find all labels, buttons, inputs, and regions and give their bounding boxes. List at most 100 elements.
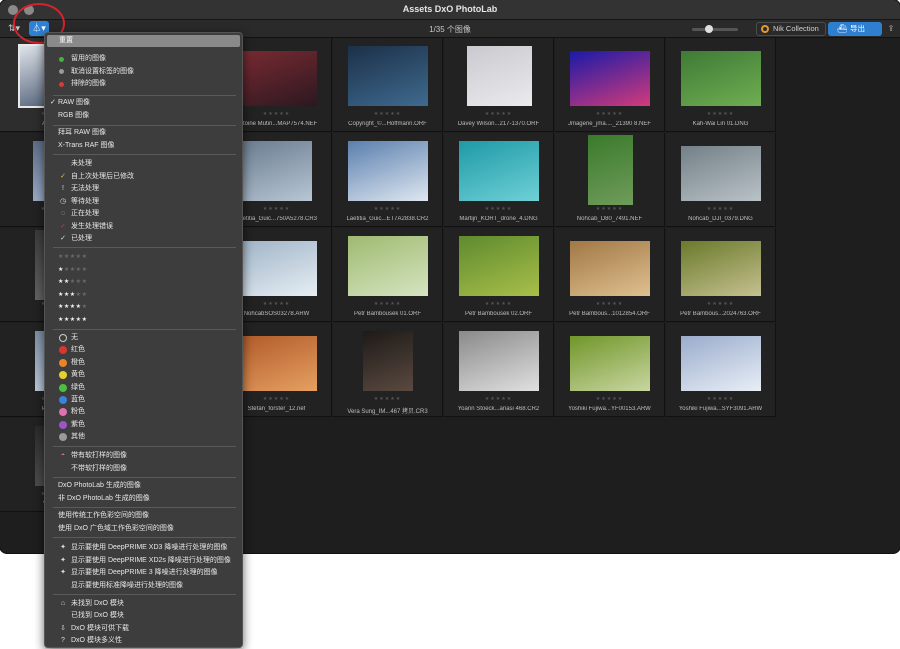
image-thumbnail-cell[interactable]: ★★★★★ Nohcab_D80_7491.NEF (555, 133, 665, 227)
image-thumbnail-cell[interactable]: ★★★★★ Martijn_KORT_drone_4.DNG (444, 133, 554, 227)
image-thumbnail-cell[interactable]: ★★★★★ Jmagerie_jma...._21390 8.NEF (555, 38, 665, 132)
image-thumbnail[interactable] (363, 331, 413, 391)
menu-item-rating[interactable]: ★★★★★ (45, 314, 242, 326)
menu-item-status[interactable]: ! 无法处理 (45, 183, 242, 195)
menu-item-legacy-space[interactable]: 使用传统工作色彩空间的图像 (45, 510, 242, 522)
thumbnail-size-slider[interactable] (692, 25, 738, 33)
menu-item-standard-nr[interactable]: 显示要使用标准降噪进行处理的图像 (45, 580, 242, 592)
image-thumbnail-cell[interactable]: ★★★★★ Petr Bambousek 02.ORF (444, 228, 554, 322)
rating-stars[interactable]: ★★★★★ (333, 396, 442, 402)
rating-stars[interactable]: ★★★★★ (444, 396, 553, 402)
menu-item-module[interactable]: 已找到 DxO 模块 (45, 610, 242, 622)
rating-stars[interactable]: ★★★★★ (555, 301, 664, 307)
image-thumbnail[interactable] (242, 141, 312, 201)
image-thumbnail[interactable] (348, 46, 428, 106)
menu-item-color[interactable]: 紫色 (45, 419, 242, 431)
rating-stars[interactable]: ★★★★★ (444, 111, 553, 117)
menu-item-rating[interactable]: ★★★★★ (45, 301, 242, 313)
menu-item-status[interactable]: ✓ 发生处理错误 (45, 221, 242, 233)
menu-item-color[interactable]: 黄色 (45, 369, 242, 381)
menu-item-module[interactable]: ⌂ 未找到 DxO 模块 (45, 598, 242, 610)
image-thumbnail[interactable] (237, 51, 317, 106)
image-thumbnail[interactable] (459, 331, 539, 391)
menu-item-rating[interactable]: ★★★★★ (45, 276, 242, 288)
image-thumbnail[interactable] (466, 46, 532, 106)
image-thumbnail[interactable] (459, 141, 539, 201)
menu-item-dxo-generated[interactable]: DxO PhotoLab 生成的图像 (45, 480, 242, 492)
menu-item-module[interactable]: ⇩ DxO 模块可供下载 (45, 623, 242, 635)
rating-stars[interactable]: ★★★★★ (666, 396, 775, 402)
menu-item-color[interactable]: 蓝色 (45, 394, 242, 406)
menu-item-status[interactable]: 未处理 (45, 158, 242, 170)
menu-item-color[interactable]: 红色 (45, 344, 242, 356)
menu-item-softproof-with[interactable]: ◓ 带有软打样的图像 (45, 450, 242, 462)
nik-collection-button[interactable]: Nik Collection (756, 22, 826, 36)
image-thumbnail[interactable] (570, 336, 650, 391)
image-thumbnail-cell[interactable]: ★★★★★ Petr Bambous...2024763.ORF (666, 228, 776, 322)
menu-item-deepprime-xd3[interactable]: ✦ 显示要使用 DeepPRIME XD3 降噪进行处理的图像 (45, 542, 242, 554)
image-thumbnail-cell[interactable]: ★★★★★ Yoshiki Fujiwa...YF00153.ARW (555, 323, 665, 417)
menu-item-wide-space[interactable]: 使用 DxO 广色域工作色彩空间的图像 (45, 523, 242, 535)
rating-stars[interactable]: ★★★★★ (333, 301, 442, 307)
rating-stars[interactable]: ★★★★★ (333, 111, 442, 117)
image-thumbnail-cell[interactable]: ★★★★★ Petr Bambous...1012854.ORF (555, 228, 665, 322)
export-button[interactable]: ⛴ 导出 (828, 22, 882, 36)
image-thumbnail-cell[interactable]: ★★★★★ Laetitia_Guic...ET7A2838.CR2 (333, 133, 443, 227)
menu-item-status[interactable]: ◷ 等待处理 (45, 196, 242, 208)
image-thumbnail[interactable] (681, 51, 761, 106)
image-thumbnail[interactable] (681, 146, 761, 201)
image-thumbnail-cell[interactable]: ★★★★★ Davey Wilson...217-1370.ORF (444, 38, 554, 132)
rating-stars[interactable]: ★★★★★ (666, 301, 775, 307)
image-thumbnail-cell[interactable]: ★★★★★ Vera Sung_IM...467 拷贝.CR3 (333, 323, 443, 417)
image-thumbnail[interactable] (459, 236, 539, 296)
rating-stars[interactable]: ★★★★★ (666, 206, 775, 212)
image-thumbnail[interactable] (237, 241, 317, 296)
menu-item-rating[interactable]: ★★★★★ (45, 251, 242, 263)
menu-item-xtrans[interactable]: X-Trans RAF 图像 (45, 140, 242, 152)
image-thumbnail-cell[interactable]: ★★★★★ Copyright_©...Hoffmann.ORF (333, 38, 443, 132)
menu-item-pick[interactable]: 取消设置标签的图像 (45, 66, 242, 78)
image-thumbnail[interactable] (570, 51, 650, 106)
menu-item-color[interactable]: 橙色 (45, 357, 242, 369)
menu-item-deepprime-xd2s[interactable]: ✦ 显示要使用 DeepPRIME XD2s 降噪进行处理的图像 (45, 555, 242, 567)
menu-item-deepprime3[interactable]: ✦ 显示要使用 DeepPRIME 3 降噪进行处理的图像 (45, 567, 242, 579)
rating-stars[interactable]: ★★★★★ (666, 111, 775, 117)
menu-item-module[interactable]: ? DxO 模块多义性 (45, 635, 242, 647)
menu-item-bayer[interactable]: 拜耳 RAW 图像 (45, 127, 242, 139)
image-thumbnail-cell[interactable]: ★★★★★ Yoshiki Fujiwa...SYF3091.ARW (666, 323, 776, 417)
image-thumbnail[interactable] (237, 336, 317, 391)
image-thumbnail-cell[interactable]: ★★★★★ Kah-Wai Lin 01.DNG (666, 38, 776, 132)
image-thumbnail-cell[interactable]: ★★★★★ Petr Bambousek 01.ORF (333, 228, 443, 322)
image-thumbnail[interactable] (681, 336, 761, 391)
menu-item-pick[interactable]: 排除的图像 (45, 78, 242, 90)
menu-item-non-dxo-generated[interactable]: 非 DxO PhotoLab 生成的图像 (45, 493, 242, 505)
rating-stars[interactable]: ★★★★★ (555, 206, 664, 212)
menu-item-reset[interactable]: 重置 (47, 35, 240, 47)
image-thumbnail[interactable] (348, 236, 428, 296)
image-thumbnail[interactable] (681, 241, 761, 296)
rating-stars[interactable]: ★★★★★ (444, 301, 553, 307)
image-thumbnail[interactable] (587, 135, 633, 205)
menu-item-pick[interactable]: 留用的图像 (45, 53, 242, 65)
menu-item-color[interactable]: 粉色 (45, 406, 242, 418)
menu-item-softproof-without[interactable]: 不带软打样的图像 (45, 463, 242, 475)
menu-item-color[interactable]: 无 (45, 332, 242, 344)
rating-stars[interactable]: ★★★★★ (333, 206, 442, 212)
menu-item-status[interactable]: ✓ 已处理 (45, 233, 242, 245)
menu-item-color[interactable]: 绿色 (45, 382, 242, 394)
rating-stars[interactable]: ★★★★★ (444, 206, 553, 212)
menu-item-color[interactable]: 其他 (45, 431, 242, 443)
image-thumbnail-cell[interactable]: ★★★★★ Yoann Stoeck...anasi 468.CR2 (444, 323, 554, 417)
menu-item-rating[interactable]: ★★★★★ (45, 289, 242, 301)
menu-item-raw[interactable]: ✓ RAW 图像 (45, 97, 242, 109)
menu-item-status[interactable]: ✓ 自上次处理后已修改 (45, 171, 242, 183)
share-icon[interactable]: ⇪ (885, 22, 897, 36)
menu-item-rating[interactable]: ★★★★★ (45, 264, 242, 276)
menu-item-status[interactable]: ◌ 正在处理 (45, 208, 242, 220)
menu-item-rgb[interactable]: RGB 图像 (45, 110, 242, 122)
rating-stars[interactable]: ★★★★★ (555, 396, 664, 402)
rating-stars[interactable]: ★★★★★ (555, 111, 664, 117)
image-thumbnail[interactable] (348, 141, 428, 201)
image-thumbnail[interactable] (570, 241, 650, 296)
image-thumbnail-cell[interactable]: ★★★★★ Nohcab_DJI_0379.DNG (666, 133, 776, 227)
